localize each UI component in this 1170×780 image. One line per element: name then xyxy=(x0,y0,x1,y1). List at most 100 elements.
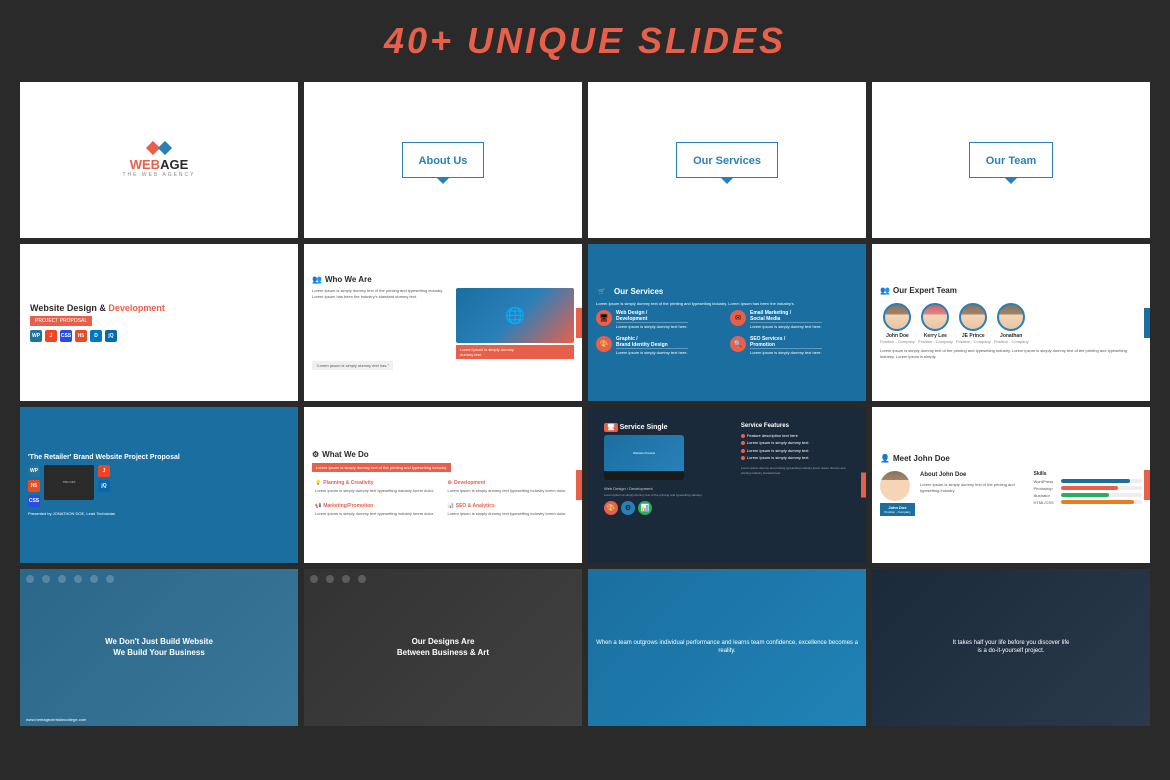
team-quote-text: We Don't Just Build WebsiteWe Build Your… xyxy=(97,628,221,666)
kb-dot-1 xyxy=(326,575,334,583)
what-label-2: 📢 Marketing/Promotion xyxy=(315,503,439,510)
service-item-3: 🔍 SEO Services /Promotion Lorem ipsum is… xyxy=(730,336,858,356)
orange-tab xyxy=(576,308,582,338)
what-desc-0: Lorem ipsum is simply dummy text typeset… xyxy=(315,488,439,494)
feature-2: Lorem Ipsum is simply dummy text xyxy=(741,448,850,454)
service-text-2: Graphic /Brand Identity Design Lorem ips… xyxy=(616,336,688,356)
slide-quote-team[interactable]: We Don't Just Build WebsiteWe Build Your… xyxy=(20,569,298,725)
slide-about-us[interactable]: About Us xyxy=(304,82,582,238)
css-icon: CSS xyxy=(60,330,72,342)
expert-title-text: Our Expert Team xyxy=(893,286,957,295)
retailer-presenter: Presented by JONATHON DOE, Lead Technici… xyxy=(28,511,115,516)
team-role-2: Position - Company xyxy=(956,339,991,344)
people-icon: 👥 xyxy=(312,275,322,284)
slide-quote-group[interactable]: When a team outgrows individual performa… xyxy=(588,569,866,725)
skill-bar-2 xyxy=(1061,493,1110,497)
s-icon-0: 🎨 xyxy=(604,501,618,515)
dot-3 xyxy=(74,575,82,583)
feature-text-1: Lorem Ipsum is simply dummy text xyxy=(747,440,809,446)
skill-row-1: Photoshop xyxy=(1034,486,1143,491)
group-quote-text: When a team outgrows individual performa… xyxy=(588,631,866,664)
page-title: 40+ UNIQUE SLIDES xyxy=(384,20,786,62)
jquery-icon: jQ xyxy=(105,330,117,342)
feature-1: Lorem Ipsum is simply dummy text xyxy=(741,440,850,446)
skill-bar-bg-1 xyxy=(1061,486,1143,490)
skill-row-3: HTML/CSS xyxy=(1034,500,1143,505)
services-right-col: ✉ Email Marketing /Social Media Lorem ip… xyxy=(730,310,858,358)
bullet-3 xyxy=(741,456,745,460)
keyboard-quote-text: Our Designs AreBetween Business & Art xyxy=(389,628,497,666)
service-single-header: 🖥 Service Single xyxy=(604,423,735,432)
slide-what-we-do[interactable]: ⚙ What We Do Lorem Ipsum is simply dummy… xyxy=(304,407,582,563)
who-quote: "Lorem ipsum is simply dummy text has." xyxy=(312,361,393,370)
slide-service-single[interactable]: 🖥 Service Single Website Preview Web Des… xyxy=(588,407,866,563)
retailer-css: CSS xyxy=(28,495,40,507)
s-icon-2: 📊 xyxy=(638,501,652,515)
team-cards: John Doe Position - Company Kerry Lee Po… xyxy=(880,303,1029,344)
slide-our-services-title[interactable]: Our Services xyxy=(588,82,866,238)
device-text: 75% OFF xyxy=(63,480,76,484)
feature-text-3: Lorem Ipsum is simply dummy text xyxy=(747,455,809,461)
service-desc-3: Lorem ipsum is simply dummy text here. xyxy=(750,350,822,356)
retailer-title: 'The Retailer' Brand Website Project Pro… xyxy=(28,454,180,461)
what-item-2: 📢 Marketing/Promotion Lorem ipsum is sim… xyxy=(312,500,442,520)
service-icon-0: 🖥 xyxy=(596,310,612,326)
team-role-1: Position - Company xyxy=(918,339,953,344)
feature-text-2: Lorem Ipsum is simply dummy text xyxy=(747,448,809,454)
slide-who-we-are[interactable]: 👥 Who We Are Lorem Ipsum is simply dummy… xyxy=(304,244,582,400)
what-desc-3: Lorem ipsum is simply dummy text typeset… xyxy=(448,511,572,517)
slide-logo[interactable]: WEBAGE THE WEB AGENCY xyxy=(20,82,298,238)
service-single-right: Service Features Feature description tex… xyxy=(741,423,850,547)
slide-meet-john[interactable]: 👤 Meet John Doe John Doe Position - Comp… xyxy=(872,407,1150,563)
services-content-title: 🛒 Our Services xyxy=(596,287,663,297)
service-single-layout: 🖥 Service Single Website Preview Web Des… xyxy=(596,415,858,555)
about-us-card: About Us xyxy=(402,142,485,178)
services-icon: 🛒 xyxy=(596,287,608,297)
retailer-jquery: jQ xyxy=(98,480,110,492)
skills-area: Skills WordPress Photoshop Illustrator xyxy=(1034,471,1143,516)
skill-bar-3 xyxy=(1061,500,1134,504)
team-photo-1 xyxy=(921,303,949,331)
team-member-2: JE Prince Position - Company xyxy=(956,303,991,344)
slide-expert-team[interactable]: 👥 Our Expert Team John Doe Position - Co… xyxy=(872,244,1150,400)
dark-quote-text: It takes half your life before you disco… xyxy=(945,631,1078,664)
laptop-screen: Website Preview xyxy=(604,435,684,471)
features-list: Feature description text here Lorem Ipsu… xyxy=(741,433,850,463)
skill-label-3: HTML/CSS xyxy=(1034,500,1059,505)
service-text-1: Email Marketing /Social Media Lorem ipsu… xyxy=(750,310,822,330)
what-text-1: Development xyxy=(454,480,485,487)
service-desc-1: Lorem ipsum is simply dummy text here. xyxy=(750,324,822,330)
our-services-label: Our Services xyxy=(693,155,761,167)
what-desc: Lorem Ipsum is simply dummy text of the … xyxy=(312,463,451,472)
slide-quote-keyboard[interactable]: Our Designs AreBetween Business & Art xyxy=(304,569,582,725)
slide-our-team-title[interactable]: Our Team xyxy=(872,82,1150,238)
features-more-text: Lorem ipsum dummy text printing typesett… xyxy=(741,466,850,474)
service-desc-0: Lorem ipsum is simply dummy text here. xyxy=(616,324,688,330)
blue-tab xyxy=(860,308,866,338)
slide-quote-dark[interactable]: It takes half your life before you disco… xyxy=(872,569,1150,725)
laptop-content: Website Preview xyxy=(633,451,655,455)
logo-web: WEB xyxy=(130,157,160,172)
meet-name-box: John Doe Position - Company xyxy=(880,503,915,516)
slide-retailer[interactable]: 'The Retailer' Brand Website Project Pro… xyxy=(20,407,298,563)
team-role-3: Position - Company xyxy=(994,339,1029,344)
s-icon-1: ⚙ xyxy=(621,501,635,515)
meet-title-text: Meet John Doe xyxy=(893,454,950,463)
slide-services-content[interactable]: 🛒 Our Services Lorem Ipsum is simply dum… xyxy=(588,244,866,400)
feature-0: Feature description text here xyxy=(741,433,850,439)
feature-3: Lorem Ipsum is simply dummy text xyxy=(741,455,850,461)
what-title-text: What We Do xyxy=(322,450,369,459)
meet-john-title: 👤 Meet John Doe xyxy=(880,454,950,463)
slide-web-design[interactable]: Website Design & Development PROJECT PRO… xyxy=(20,244,298,400)
service-single-title: Service Single xyxy=(620,424,668,431)
web-design-highlight: Development xyxy=(108,303,165,313)
skill-bar-bg-2 xyxy=(1061,493,1143,497)
joomla-icon: J xyxy=(45,330,57,342)
what-label-3: 📊 SEO & Analytics xyxy=(448,503,572,510)
service-single-icons: 🎨 ⚙ 📊 xyxy=(604,501,735,515)
service-label-0: Web Design /Development xyxy=(616,310,688,323)
what-text-0: Planning & Creativity xyxy=(323,480,373,487)
team-member-1: Kerry Lee Position - Company xyxy=(918,303,953,344)
our-team-card: Our Team xyxy=(969,142,1054,178)
about-us-label: About Us xyxy=(419,155,468,167)
